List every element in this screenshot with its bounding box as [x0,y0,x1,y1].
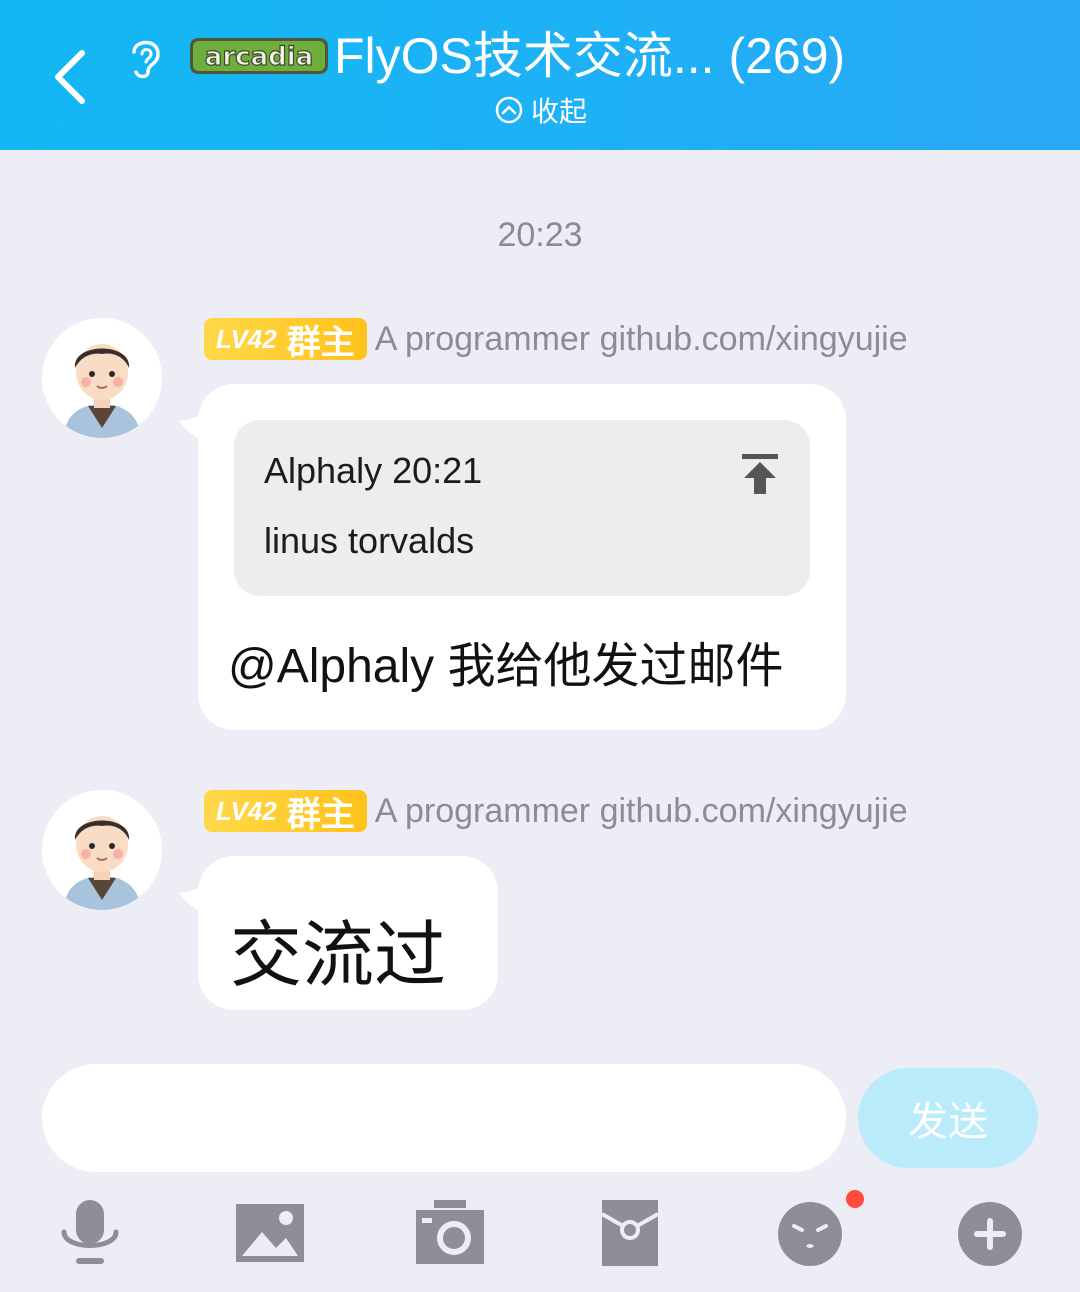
message-input[interactable] [42,1064,846,1172]
quote-sender-time: Alphaly 20:21 [264,450,483,491]
collapse-button[interactable]: 收起 [495,90,587,130]
level-text: LV42 [216,323,277,354]
red-packet-icon[interactable] [592,1196,668,1272]
role-text: 群主 [286,323,355,362]
svg-text:arcadia: arcadia [205,42,313,72]
avatar-illustration [42,790,162,910]
message-text: @Alphaly 我给他发过邮件 [228,640,784,693]
group-title[interactable]: FlyOS技术交流... (269) [334,26,845,86]
group-badge-logo: arcadia [190,38,328,74]
image-icon[interactable] [232,1196,308,1272]
jump-to-top-icon[interactable] [740,452,780,496]
role-text: 群主 [286,795,355,834]
level-badge: LV42 群主 [204,318,367,362]
level-badge: LV42 群主 [204,790,367,834]
sender-name[interactable]: A programmer github.com/xingyujie [375,792,908,831]
chevron-up-circle-icon [495,96,523,124]
emoji-icon[interactable] [772,1196,848,1272]
avatar[interactable] [42,790,162,910]
chat-header: arcadia FlyOS技术交流... (269) 收起 [0,0,1080,150]
chat-timestamp: 20:23 [497,216,583,254]
microphone-icon[interactable] [52,1196,128,1272]
sender-name[interactable]: A programmer github.com/xingyujie [375,320,908,359]
quoted-message[interactable]: Alphaly 20:21 linus torvalds [234,420,810,596]
message-bubble[interactable]: Alphaly 20:21 linus torvalds @Alphaly 我给… [198,384,846,730]
camera-icon[interactable] [412,1196,488,1272]
back-button[interactable] [40,42,100,112]
notification-dot [846,1190,864,1208]
quote-text: linus torvalds [264,520,475,561]
send-button[interactable]: 发送 [858,1068,1038,1168]
chevron-left-icon [55,50,85,104]
message-meta: LV42 群主 A programmer github.com/xingyuji… [204,318,908,362]
plus-icon[interactable] [952,1196,1028,1272]
level-text: LV42 [216,795,277,826]
message-text: 交流过 [230,916,447,996]
collapse-label: 收起 [531,96,588,127]
ear-icon[interactable] [120,32,170,82]
message-bubble[interactable]: 交流过 [198,856,498,1010]
avatar[interactable] [42,318,162,438]
message-meta: LV42 群主 A programmer github.com/xingyuji… [204,790,908,834]
avatar-illustration [42,318,162,438]
